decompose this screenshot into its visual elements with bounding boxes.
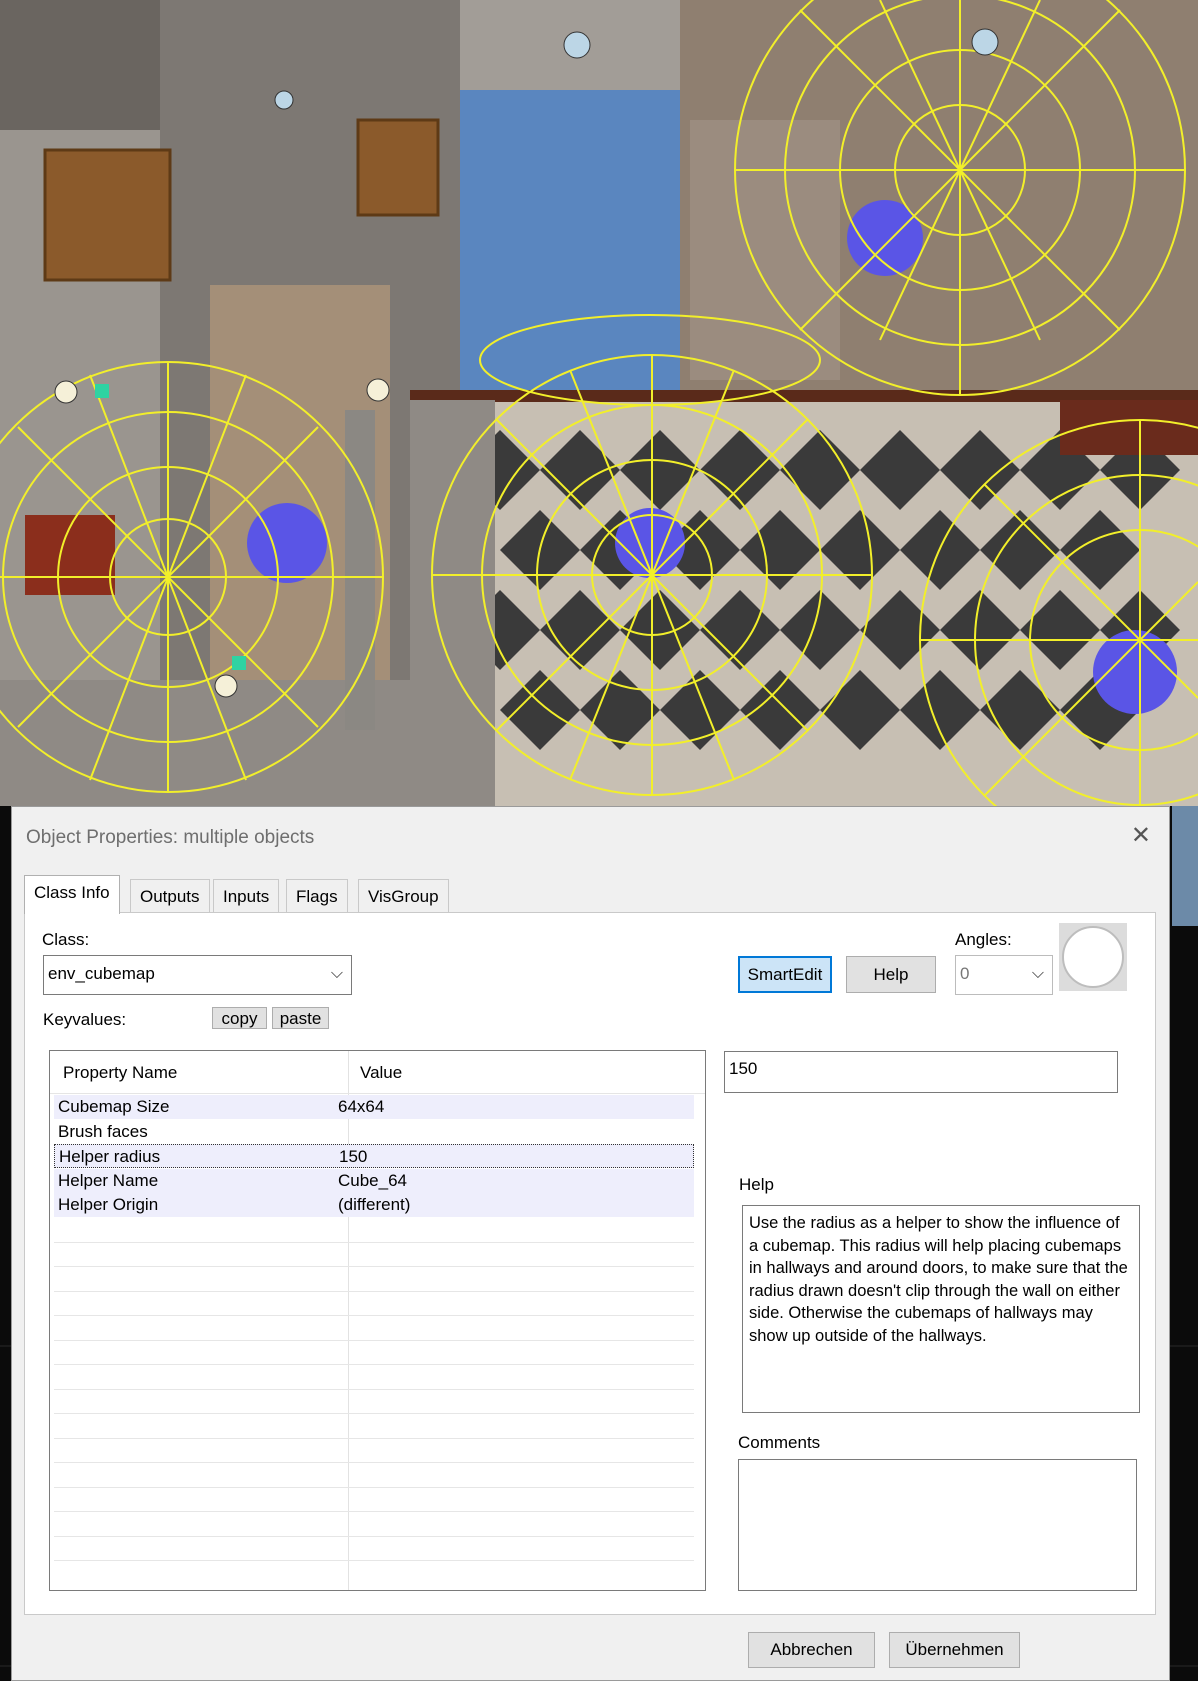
- property-name: Cubemap Size: [58, 1097, 170, 1116]
- help-button[interactable]: Help: [846, 956, 936, 993]
- light-sprite-icon[interactable]: [563, 31, 591, 59]
- helper-radius-sphere: [431, 354, 873, 796]
- light-bulb-icon[interactable]: [214, 674, 238, 698]
- keyvalues-table[interactable]: Property Name Value Cubemap Size 64x64 B…: [49, 1050, 706, 1591]
- class-dropdown[interactable]: env_cubemap ⌵: [43, 955, 352, 995]
- tab-outputs[interactable]: Outputs: [130, 879, 210, 913]
- keyvalues-label: Keyvalues:: [43, 1010, 127, 1029]
- paste-button[interactable]: paste: [272, 1007, 329, 1029]
- compass-icon: [1062, 926, 1124, 988]
- angles-label: Angles:: [955, 930, 1012, 949]
- chevron-down-icon: ⌵: [330, 965, 343, 982]
- angles-dropdown[interactable]: 0 ⌵: [955, 955, 1053, 995]
- table-header: Property Name Value: [50, 1051, 705, 1094]
- property-name: Helper Name: [58, 1171, 159, 1190]
- angle-dial[interactable]: [1059, 923, 1127, 991]
- smartedit-toggle[interactable]: SmartEdit: [738, 956, 832, 993]
- help-label: Help: [739, 1175, 774, 1194]
- property-name: Helper radius: [59, 1147, 161, 1166]
- light-bulb-icon[interactable]: [366, 378, 390, 402]
- dialog-title: Object Properties: multiple objects: [26, 827, 315, 848]
- light-sprite-icon[interactable]: [274, 90, 294, 110]
- property-value: 150: [339, 1147, 368, 1166]
- light-bulb-icon[interactable]: [54, 380, 78, 404]
- class-label: Class:: [42, 930, 90, 949]
- property-value: (different): [338, 1195, 411, 1214]
- value-input[interactable]: 150: [724, 1051, 1118, 1093]
- column-header-name[interactable]: Property Name: [63, 1063, 177, 1083]
- property-value: Cube_64: [338, 1171, 408, 1190]
- table-row[interactable]: Cubemap Size 64x64: [54, 1095, 694, 1119]
- apply-button[interactable]: Übernehmen: [889, 1632, 1020, 1668]
- table-row[interactable]: Brush faces: [54, 1120, 694, 1144]
- copy-button[interactable]: copy: [212, 1007, 267, 1029]
- tab-visgroup[interactable]: VisGroup: [358, 879, 449, 913]
- help-text: Use the radius as a helper to show the i…: [742, 1205, 1140, 1413]
- property-name: Brush faces: [58, 1122, 148, 1141]
- entity-icon[interactable]: [232, 656, 246, 670]
- tab-inputs[interactable]: Inputs: [213, 879, 280, 913]
- comments-label: Comments: [738, 1433, 821, 1452]
- tab-class-info[interactable]: Class Info: [24, 875, 120, 914]
- property-name: Helper Origin: [58, 1195, 159, 1214]
- table-row[interactable]: Helper Name Cube_64: [54, 1169, 694, 1193]
- 3d-viewport[interactable]: [0, 0, 1198, 806]
- comments-field[interactable]: [738, 1459, 1137, 1591]
- class-value: env_cubemap: [48, 964, 155, 983]
- table-row[interactable]: Helper Origin (different): [54, 1193, 694, 1217]
- entity-icon[interactable]: [95, 384, 109, 398]
- chevron-down-icon: ⌵: [1031, 965, 1044, 982]
- close-icon[interactable]: ✕: [1131, 821, 1151, 850]
- table-row[interactable]: Helper radius 150: [54, 1144, 694, 1168]
- object-properties-dialog: Object Properties: multiple objects ✕ Cl…: [11, 806, 1170, 1681]
- cubemap-sphere[interactable]: [1093, 630, 1177, 714]
- light-sprite-icon[interactable]: [971, 28, 999, 56]
- cancel-button[interactable]: Abbrechen: [748, 1632, 875, 1668]
- angles-value: 0: [960, 964, 970, 983]
- tab-flags[interactable]: Flags: [286, 879, 348, 913]
- property-value: 64x64: [338, 1097, 385, 1116]
- column-header-value[interactable]: Value: [360, 1063, 402, 1083]
